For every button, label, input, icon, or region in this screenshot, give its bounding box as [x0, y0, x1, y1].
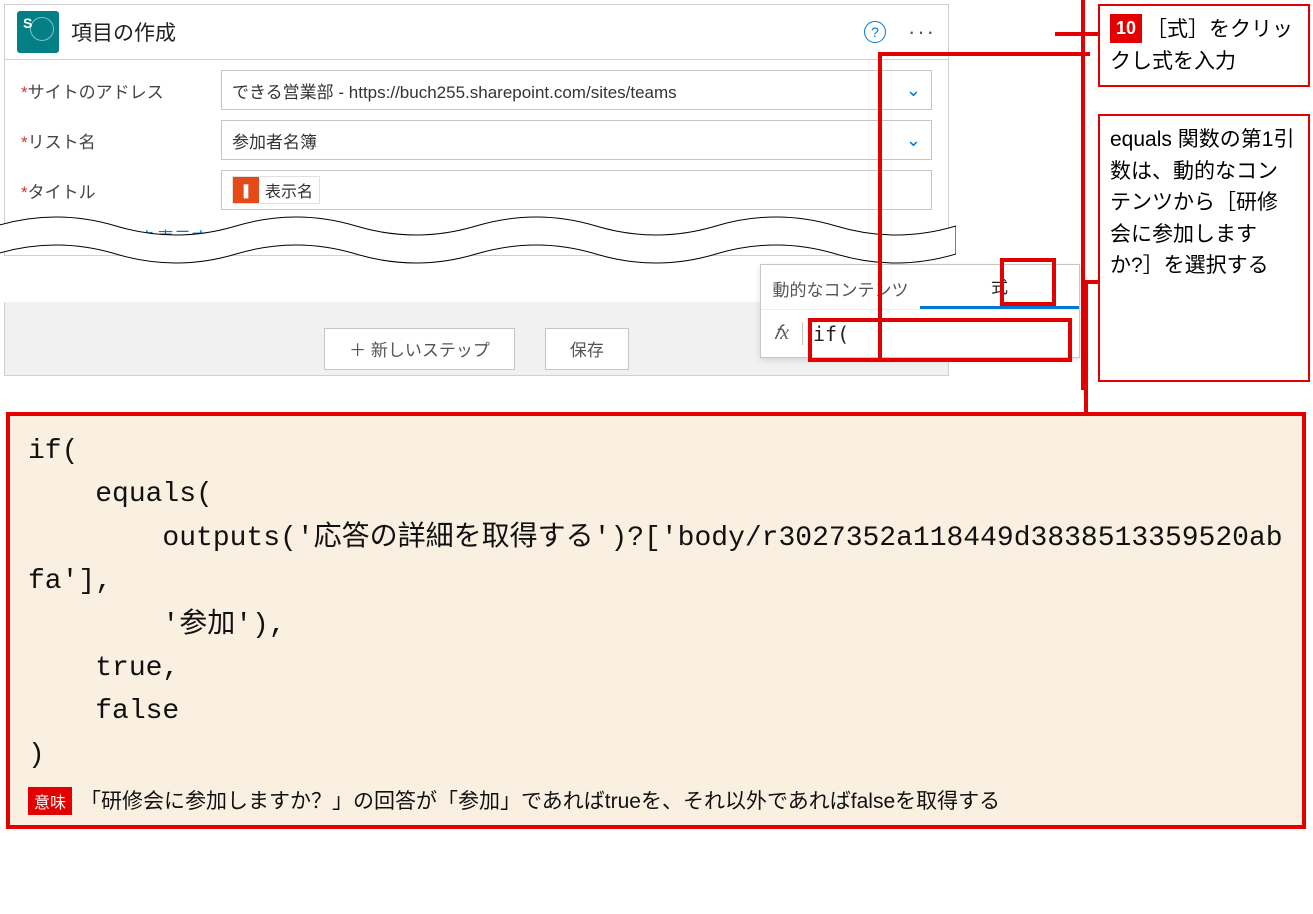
step-number-badge: 10 [1110, 14, 1142, 43]
annotation-explain-text: equals 関数の第1引数は、動的なコンテンツから［研修会に参加しますか?］を… [1110, 128, 1294, 277]
fx-icon: 𝑓x [761, 322, 803, 345]
tab-expression[interactable]: 式 [920, 273, 1079, 309]
more-menu-icon[interactable]: ··· [908, 19, 936, 45]
action-card-create-item: 項目の作成 ? ··· *サイトのアドレス できる営業部 - https://b… [4, 4, 949, 256]
label-list-name: *リスト名 [21, 128, 221, 153]
input-site-address[interactable]: できる営業部 - https://buch255.sharepoint.com/… [221, 70, 932, 110]
save-button[interactable]: 保存 [545, 328, 629, 370]
chevron-down-icon[interactable]: ⌄ [906, 80, 921, 101]
tab-dynamic-content[interactable]: 動的なコンテンツ [761, 276, 920, 309]
sharepoint-icon [17, 11, 59, 53]
token-label: 表示名 [265, 178, 313, 202]
input-list-name[interactable]: 参加者名簿 ⌄ [221, 120, 932, 160]
code-example-box: if( equals( outputs('応答の詳細を取得する')?['body… [6, 412, 1306, 829]
value-site-address: できる営業部 - https://buch255.sharepoint.com/… [232, 78, 677, 103]
expression-popup: 動的なコンテンツ 式 𝑓x if( [760, 264, 1080, 358]
new-step-button[interactable]: ＋ 新しいステップ [324, 328, 515, 370]
dynamic-content-token[interactable]: ❚ 表示名 [232, 176, 320, 204]
annotation-equals-explain: equals 関数の第1引数は、動的なコンテンツから［研修会に参加しますか?］を… [1098, 114, 1310, 382]
show-advanced-options-link[interactable]: 詳細オプションを表示する ⌄ [21, 220, 241, 251]
value-list-name: 参加者名簿 [232, 128, 317, 153]
action-card-body: *サイトのアドレス できる営業部 - https://buch255.share… [5, 60, 948, 255]
meaning-label-badge: 意味 [28, 787, 72, 815]
help-icon[interactable]: ? [864, 21, 886, 43]
meaning-text: 「研修会に参加しますか？」の回答が「参加」であればtrueを、それ以外であればf… [80, 785, 1000, 815]
chevron-down-icon: ⌄ [231, 230, 241, 244]
action-title: 項目の作成 [71, 17, 864, 47]
annotation-step-10: 10［式］をクリックし式を入力 [1098, 4, 1310, 87]
action-card-header[interactable]: 項目の作成 ? ··· [5, 5, 948, 60]
label-title: *タイトル [21, 178, 221, 203]
expression-input[interactable]: if( [803, 322, 1079, 346]
code-text: if( equals( outputs('応答の詳細を取得する')?['body… [28, 430, 1284, 777]
office-icon: ❚ [233, 177, 259, 203]
label-site-address: *サイトのアドレス [21, 78, 221, 103]
chevron-down-icon[interactable]: ⌄ [906, 130, 921, 151]
flow-canvas: 項目の作成 ? ··· *サイトのアドレス できる営業部 - https://b… [0, 0, 1085, 390]
input-title[interactable]: ❚ 表示名 [221, 170, 932, 210]
